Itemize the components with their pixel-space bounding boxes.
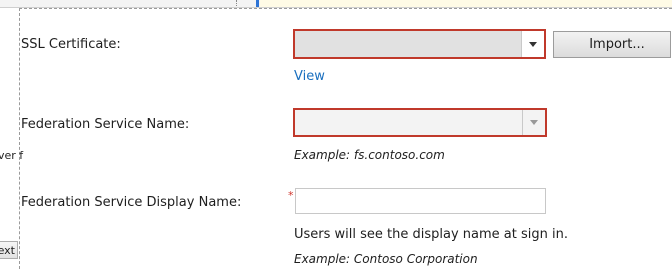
ssl-certificate-label: SSL Certificate: <box>21 37 121 52</box>
ssl-certificate-value <box>295 31 522 57</box>
ssl-certificate-dropdown-button[interactable] <box>521 31 544 57</box>
federation-service-name-example: Example: fs.contoso.com <box>294 148 445 162</box>
view-link[interactable]: View <box>294 69 325 84</box>
federation-display-name-label: Federation Service Display Name: <box>21 195 242 210</box>
focus-rect-left <box>19 8 20 269</box>
federation-service-name-label: Federation Service Name: <box>21 117 190 132</box>
federation-service-name-dropdown-button[interactable] <box>522 110 545 135</box>
federation-service-name-value <box>295 110 523 135</box>
next-button[interactable]: ext <box>0 241 18 259</box>
required-marker: * <box>288 189 294 202</box>
federation-display-name-example: Example: Contoso Corporation <box>294 252 478 266</box>
federation-service-name-combo[interactable] <box>293 108 547 137</box>
cropped-text: ver f <box>0 149 24 162</box>
focus-rect-top <box>19 8 672 9</box>
chevron-down-icon <box>529 41 537 47</box>
import-button[interactable]: Import... <box>553 31 671 58</box>
federation-display-name-input[interactable] <box>295 188 546 214</box>
federation-display-name-helper: Users will see the display name at sign … <box>294 227 568 242</box>
ssl-certificate-combo[interactable] <box>293 29 546 59</box>
chevron-down-icon <box>530 120 538 125</box>
top-strip <box>0 0 672 8</box>
